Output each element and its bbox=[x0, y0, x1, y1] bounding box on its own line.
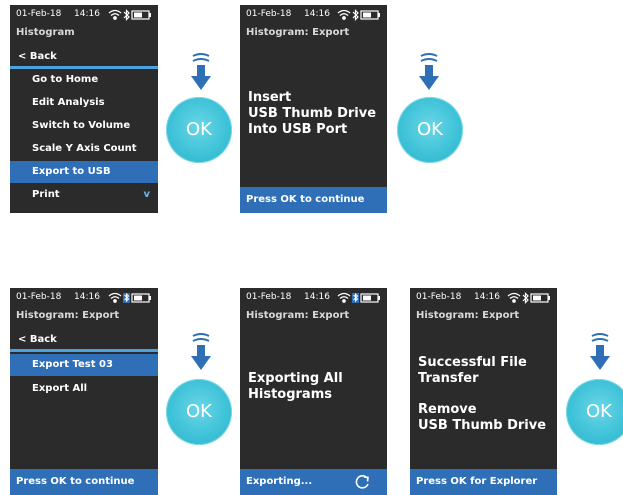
footer-prompt: Press OK for Explorer bbox=[410, 469, 557, 495]
status-bar: 01-Feb-18 14:16 bbox=[16, 292, 152, 304]
status-bar: 01-Feb-18 14:16 bbox=[16, 9, 152, 21]
page-title: Histogram: Export bbox=[16, 310, 120, 321]
status-icons bbox=[337, 9, 381, 21]
status-time: 14:16 bbox=[304, 292, 330, 302]
battery-icon bbox=[360, 10, 380, 20]
wifi-icon bbox=[507, 292, 521, 303]
menu-item-export-all[interactable]: Export All bbox=[10, 378, 158, 400]
ok-button[interactable]: OK bbox=[566, 379, 623, 445]
usb-indicator-icon bbox=[123, 292, 130, 303]
ok-button[interactable]: OK bbox=[166, 97, 232, 163]
status-bar: 01-Feb-18 14:16 bbox=[416, 292, 551, 304]
press-arrow-icon bbox=[189, 332, 213, 372]
status-bar: 01-Feb-18 14:16 bbox=[246, 292, 381, 304]
status-date: 01-Feb-18 bbox=[246, 9, 292, 19]
page-title: Histogram bbox=[16, 27, 75, 38]
status-time: 14:16 bbox=[474, 292, 500, 302]
battery-icon bbox=[530, 293, 550, 303]
menu-item-scale-y-axis-count[interactable]: Scale Y Axis Count bbox=[10, 138, 158, 160]
back-button[interactable]: < Back bbox=[10, 330, 158, 352]
press-arrow-icon bbox=[189, 52, 213, 92]
status-time: 14:16 bbox=[74, 292, 100, 302]
footer-prompt: Press OK to continue bbox=[240, 187, 387, 213]
status-date: 01-Feb-18 bbox=[16, 9, 62, 19]
remove-drive-message: Remove USB Thumb Drive bbox=[418, 402, 547, 433]
screen-exporting: 01-Feb-18 14:16 Histogram: Export Export… bbox=[240, 288, 387, 495]
menu-item-export-to-usb[interactable]: Export to USB bbox=[10, 161, 158, 183]
wifi-icon bbox=[337, 9, 351, 20]
battery-icon bbox=[360, 293, 380, 303]
scroll-down-icon: v bbox=[143, 189, 150, 200]
status-icons bbox=[108, 9, 152, 21]
bluetooth-icon bbox=[123, 9, 130, 21]
status-date: 01-Feb-18 bbox=[16, 292, 62, 302]
status-time: 14:16 bbox=[74, 9, 100, 19]
ok-button[interactable]: OK bbox=[166, 379, 232, 445]
menu-item-export-test-03[interactable]: Export Test 03 bbox=[10, 354, 158, 376]
footer-status-label: Exporting... bbox=[246, 476, 313, 487]
screen-histogram-menu: 01-Feb-18 14:16 Histogram < Back Go to H… bbox=[10, 5, 158, 213]
status-date: 01-Feb-18 bbox=[246, 292, 292, 302]
menu-item-edit-analysis[interactable]: Edit Analysis bbox=[10, 92, 158, 114]
status-time: 14:16 bbox=[304, 9, 330, 19]
status-message: Exporting All Histograms bbox=[248, 371, 343, 402]
screen-transfer-complete: 01-Feb-18 14:16 Histogram: Export Succes… bbox=[410, 288, 557, 495]
status-icons bbox=[108, 292, 152, 304]
status-icons bbox=[337, 292, 381, 304]
wifi-icon bbox=[337, 292, 351, 303]
ok-button-clip: OK bbox=[560, 379, 623, 447]
menu-item-switch-to-volume[interactable]: Switch to Volume bbox=[10, 115, 158, 137]
menu-item-go-to-home[interactable]: Go to Home bbox=[10, 69, 158, 91]
ok-button[interactable]: OK bbox=[397, 97, 463, 163]
menu-item-print[interactable]: Print v bbox=[10, 184, 158, 206]
battery-icon bbox=[131, 10, 151, 20]
battery-icon bbox=[131, 293, 151, 303]
screen-export-options: 01-Feb-18 14:16 Histogram: Export < Back… bbox=[10, 288, 158, 495]
instruction-message: Insert USB Thumb Drive Into USB Port bbox=[248, 90, 377, 137]
screen-insert-usb: 01-Feb-18 14:16 Histogram: Export Insert… bbox=[240, 5, 387, 213]
footer-status: Exporting... bbox=[240, 469, 387, 495]
bluetooth-icon bbox=[352, 9, 359, 21]
success-message: Successful File Transfer bbox=[418, 355, 527, 386]
page-title: Histogram: Export bbox=[246, 27, 350, 38]
page-title: Histogram: Export bbox=[416, 310, 520, 321]
refresh-spinner-icon bbox=[355, 475, 371, 489]
usb-indicator-icon bbox=[352, 292, 359, 303]
footer-prompt: Press OK to continue bbox=[10, 469, 158, 495]
back-button[interactable]: < Back bbox=[10, 47, 158, 69]
press-arrow-icon bbox=[417, 52, 441, 92]
menu-item-print-label: Print bbox=[32, 189, 60, 200]
status-icons bbox=[507, 292, 551, 304]
bluetooth-icon bbox=[522, 292, 529, 304]
status-bar: 01-Feb-18 14:16 bbox=[246, 9, 381, 21]
status-date: 01-Feb-18 bbox=[416, 292, 462, 302]
wifi-icon bbox=[108, 292, 122, 303]
page-title: Histogram: Export bbox=[246, 310, 350, 321]
wifi-icon bbox=[108, 9, 122, 20]
press-arrow-icon bbox=[588, 332, 612, 372]
